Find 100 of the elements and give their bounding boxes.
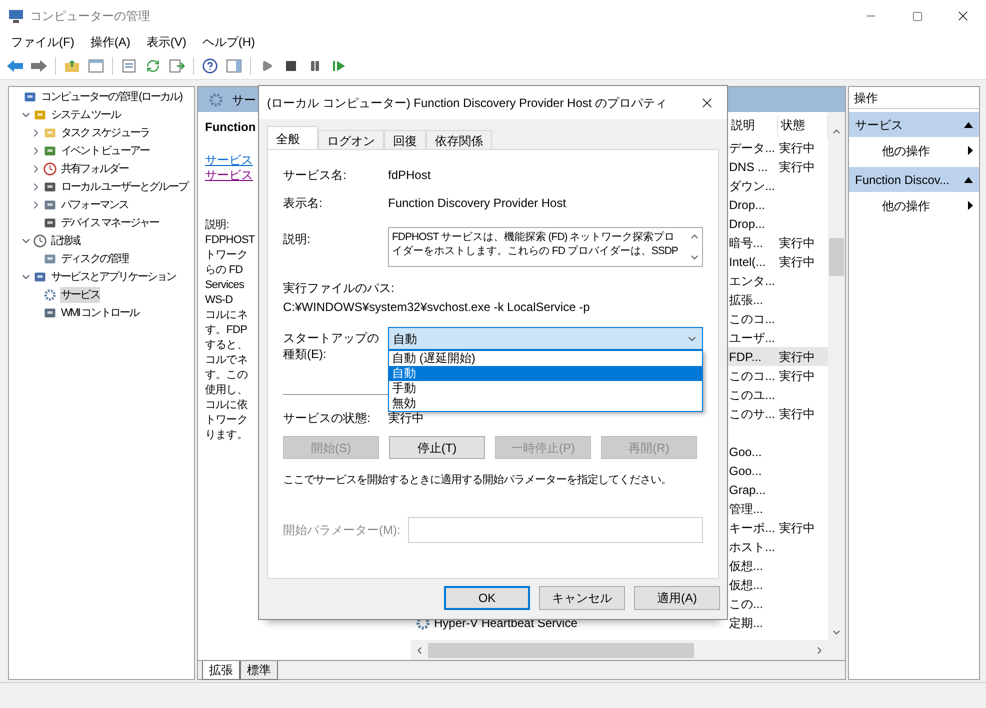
tree-item[interactable]: サービス xyxy=(60,286,100,304)
vertical-scrollbar[interactable] xyxy=(828,112,845,640)
table-cell-text: Intel(... xyxy=(729,254,766,270)
folder-icon xyxy=(43,126,57,140)
collapse-triangle-icon xyxy=(964,176,973,182)
table-cell-text: 実行中 xyxy=(779,234,815,252)
tree-item[interactable]: イベント ビューアー xyxy=(60,142,150,160)
dialog-button[interactable]: キャンセル xyxy=(539,586,625,610)
table-cell-text: 実行中 xyxy=(779,140,815,156)
view-tab[interactable]: 拡張 xyxy=(202,661,240,680)
tree-item[interactable]: サービスとアプリケーション xyxy=(50,268,177,286)
stop-icon[interactable] xyxy=(285,60,297,72)
dropdown-option[interactable]: 自動 (遅延開始) xyxy=(389,351,702,366)
tree-item[interactable]: コンピューターの管理 (ローカル) xyxy=(40,88,183,106)
refresh-icon[interactable] xyxy=(146,58,160,72)
service-title: Function xyxy=(205,120,256,135)
table-cell-text: 実行中 xyxy=(779,520,815,536)
description-text: す。この xyxy=(205,368,248,383)
tree-item[interactable]: システム ツール xyxy=(50,106,121,124)
table-cell-text: このユ... xyxy=(729,386,776,404)
table-cell-text: 定期... xyxy=(729,614,764,632)
menu-item[interactable]: 操作(A) xyxy=(82,33,138,51)
table-cell-text: 暗号... xyxy=(729,234,764,252)
help-icon[interactable] xyxy=(202,58,218,74)
action-link[interactable]: サービス xyxy=(205,153,253,168)
menu-item[interactable]: ファイル(F) xyxy=(3,33,82,51)
description-text: ります。 xyxy=(205,428,248,443)
back-arrow-icon[interactable] xyxy=(6,58,24,72)
properties-icon[interactable] xyxy=(122,58,136,72)
dropdown-option[interactable]: 無効 xyxy=(389,396,702,411)
gear-icon xyxy=(208,92,224,108)
submenu-triangle-icon xyxy=(968,146,973,155)
description-text: Services xyxy=(205,278,244,293)
scroll-thumb[interactable] xyxy=(428,642,694,658)
dropdown-option[interactable]: 手動 xyxy=(389,381,702,396)
table-cell-text: キーボ... xyxy=(729,520,776,536)
dialog-title: (ローカル コンピューター) Function Discovery Provider Host のプロパティ xyxy=(267,94,668,112)
tree-item[interactable]: ディスクの管理 xyxy=(60,250,130,268)
pause-icon[interactable] xyxy=(309,60,321,72)
table-cell-text: 仮想... xyxy=(729,576,764,594)
play-icon[interactable] xyxy=(261,60,273,72)
maximize-icon[interactable] xyxy=(912,10,922,22)
service-button[interactable]: 停止(T) xyxy=(389,436,485,459)
tree-item[interactable]: デバイス マネージャー xyxy=(60,214,160,232)
description-text: らの FD xyxy=(205,263,243,278)
menu-item[interactable]: ヘルプ(H) xyxy=(194,33,263,51)
table-cell-text: Drop... xyxy=(729,216,766,232)
description-text: FDPHOST サービスは、機能探索 (FD) ネットワーク探索プロ xyxy=(392,230,675,244)
tree-item[interactable]: 記憶域 xyxy=(50,232,81,250)
startup-type-dropdown[interactable]: 自動 xyxy=(388,327,703,350)
menu-item[interactable]: 表示(V) xyxy=(138,33,194,51)
pane-title: 操作 xyxy=(854,90,878,106)
table-cell-text: このコ... xyxy=(729,368,776,384)
tree-item[interactable]: WMI コントロール xyxy=(60,304,140,322)
dialog-tab[interactable]: 全般 xyxy=(267,126,318,149)
action-item[interactable]: 他の操作 xyxy=(849,137,979,164)
description-text: 説明: xyxy=(205,218,229,233)
table-cell-text: ホスト... xyxy=(729,538,776,556)
dialog-tab[interactable]: 回復 xyxy=(384,130,426,149)
description-text: コルにネ xyxy=(205,308,248,323)
tree-item[interactable]: パフォーマンス xyxy=(60,196,130,214)
description-text: WS-D xyxy=(205,293,233,308)
action-link[interactable]: サービス xyxy=(205,168,253,183)
description-text: コルに依 xyxy=(205,398,248,413)
field-value: Function Discovery Provider Host xyxy=(388,196,566,210)
resume-icon[interactable] xyxy=(332,60,346,72)
field-value: fdPHost xyxy=(388,168,431,182)
table-cell-text: 実行中 xyxy=(779,254,815,270)
horizontal-scrollbar[interactable] xyxy=(411,640,845,660)
action-pane-toggle-icon[interactable] xyxy=(226,58,242,72)
table-cell-text: このサ... xyxy=(729,406,776,422)
action-group-header[interactable]: Function Discov... xyxy=(849,167,979,192)
table-cell-text: FDP... xyxy=(729,348,762,366)
dialog-tab[interactable]: ログオン xyxy=(318,130,384,149)
hint-text: ここでサービスを開始するときに適用する開始パラメーターを指定してください。 xyxy=(283,473,672,487)
action-item[interactable]: 他の操作 xyxy=(849,192,979,219)
description-box[interactable]: FDPHOST サービスは、機能探索 (FD) ネットワーク探索プロ イダーをホストします。これらの FD プロバイダーは、SSDP xyxy=(388,227,703,267)
action-group-header[interactable]: サービス xyxy=(849,112,979,137)
description-text: す。FDP xyxy=(205,323,248,338)
status-text: 実行中 xyxy=(388,411,424,425)
dropdown-option[interactable]: 自動 xyxy=(389,366,702,381)
export-icon[interactable] xyxy=(169,58,185,72)
forward-arrow-icon[interactable] xyxy=(30,58,48,72)
field-label: 説明: xyxy=(283,232,310,246)
tree-item[interactable]: タスク スケジューラ xyxy=(60,124,150,142)
description-text: FDPHOST xyxy=(205,233,255,248)
tree-item[interactable]: ローカル ユーザーとグループ xyxy=(60,178,188,196)
dialog-button[interactable]: OK xyxy=(444,586,530,610)
path-text: C:¥WINDOWS¥system32¥svchost.exe -k LocalService -p xyxy=(283,300,590,314)
table-cell-text: ダウン... xyxy=(729,178,776,194)
tree-toggle-icon[interactable] xyxy=(88,58,104,72)
dialog-button[interactable]: 適用(A) xyxy=(634,586,720,610)
description-text: コルでネ xyxy=(205,353,248,368)
dialog-tab[interactable]: 依存関係 xyxy=(426,130,492,149)
scroll-thumb[interactable] xyxy=(829,238,844,276)
tree-item[interactable]: 共有フォルダー xyxy=(60,160,130,178)
table-cell-text: 実行中 xyxy=(779,348,815,366)
view-tab[interactable]: 標準 xyxy=(240,661,278,680)
field-label: サービス名: xyxy=(283,168,348,182)
folder-up-icon[interactable] xyxy=(64,58,80,72)
